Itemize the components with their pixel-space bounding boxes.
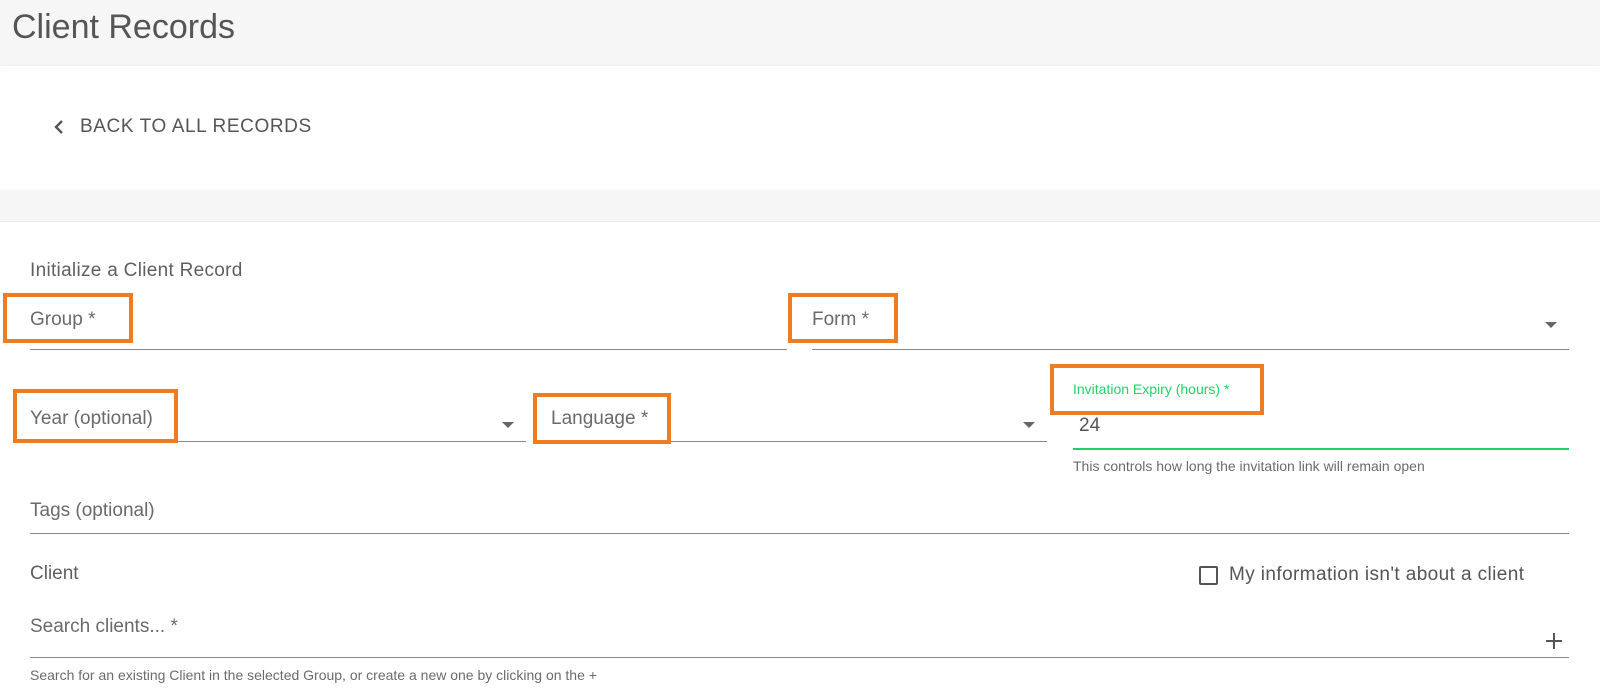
invitation-expiry-highlight [1050, 364, 1264, 415]
client-title: Client [30, 563, 79, 584]
form-dropdown-caret-icon [1545, 322, 1557, 328]
search-clients-input[interactable]: Search clients... * [30, 606, 1569, 658]
tags-input[interactable]: Tags (optional) [30, 482, 1569, 534]
invitation-expiry-underline [1073, 448, 1569, 450]
back-to-all-records-button[interactable]: BACK TO ALL RECORDS [52, 116, 312, 138]
chevron-left-icon [54, 120, 63, 134]
invitation-expiry-helper: This controls how long the invitation li… [1073, 458, 1425, 474]
search-clients-helper: Search for an existing Client in the sel… [30, 667, 597, 683]
group-highlight [3, 293, 133, 343]
year-dropdown-caret-icon [502, 422, 514, 428]
invitation-expiry-value: 24 [1079, 415, 1101, 436]
add-client-plus-icon[interactable] [1545, 632, 1563, 650]
section-divider [0, 190, 1600, 222]
tags-underline [30, 533, 1569, 534]
section-title: Initialize a Client Record [30, 260, 243, 281]
language-dropdown-caret-icon [1023, 422, 1035, 428]
not-about-client-label[interactable]: My information isn't about a client [1229, 564, 1524, 586]
form-underline [812, 349, 1569, 350]
year-highlight [13, 389, 178, 443]
search-clients-underline [30, 657, 1569, 658]
page-header: Client Records [0, 0, 1600, 66]
not-about-client-checkbox[interactable] [1199, 566, 1218, 585]
form-highlight [788, 293, 898, 343]
page-title: Client Records [12, 8, 235, 46]
form-select[interactable]: Form * [812, 298, 1569, 350]
group-field[interactable]: Group * [30, 298, 787, 350]
language-highlight [533, 393, 671, 444]
back-card: BACK TO ALL RECORDS [0, 66, 1600, 190]
search-clients-label: Search clients... * [30, 616, 178, 637]
tags-label: Tags (optional) [30, 500, 155, 521]
back-label: BACK TO ALL RECORDS [80, 116, 312, 137]
group-underline [30, 349, 787, 350]
